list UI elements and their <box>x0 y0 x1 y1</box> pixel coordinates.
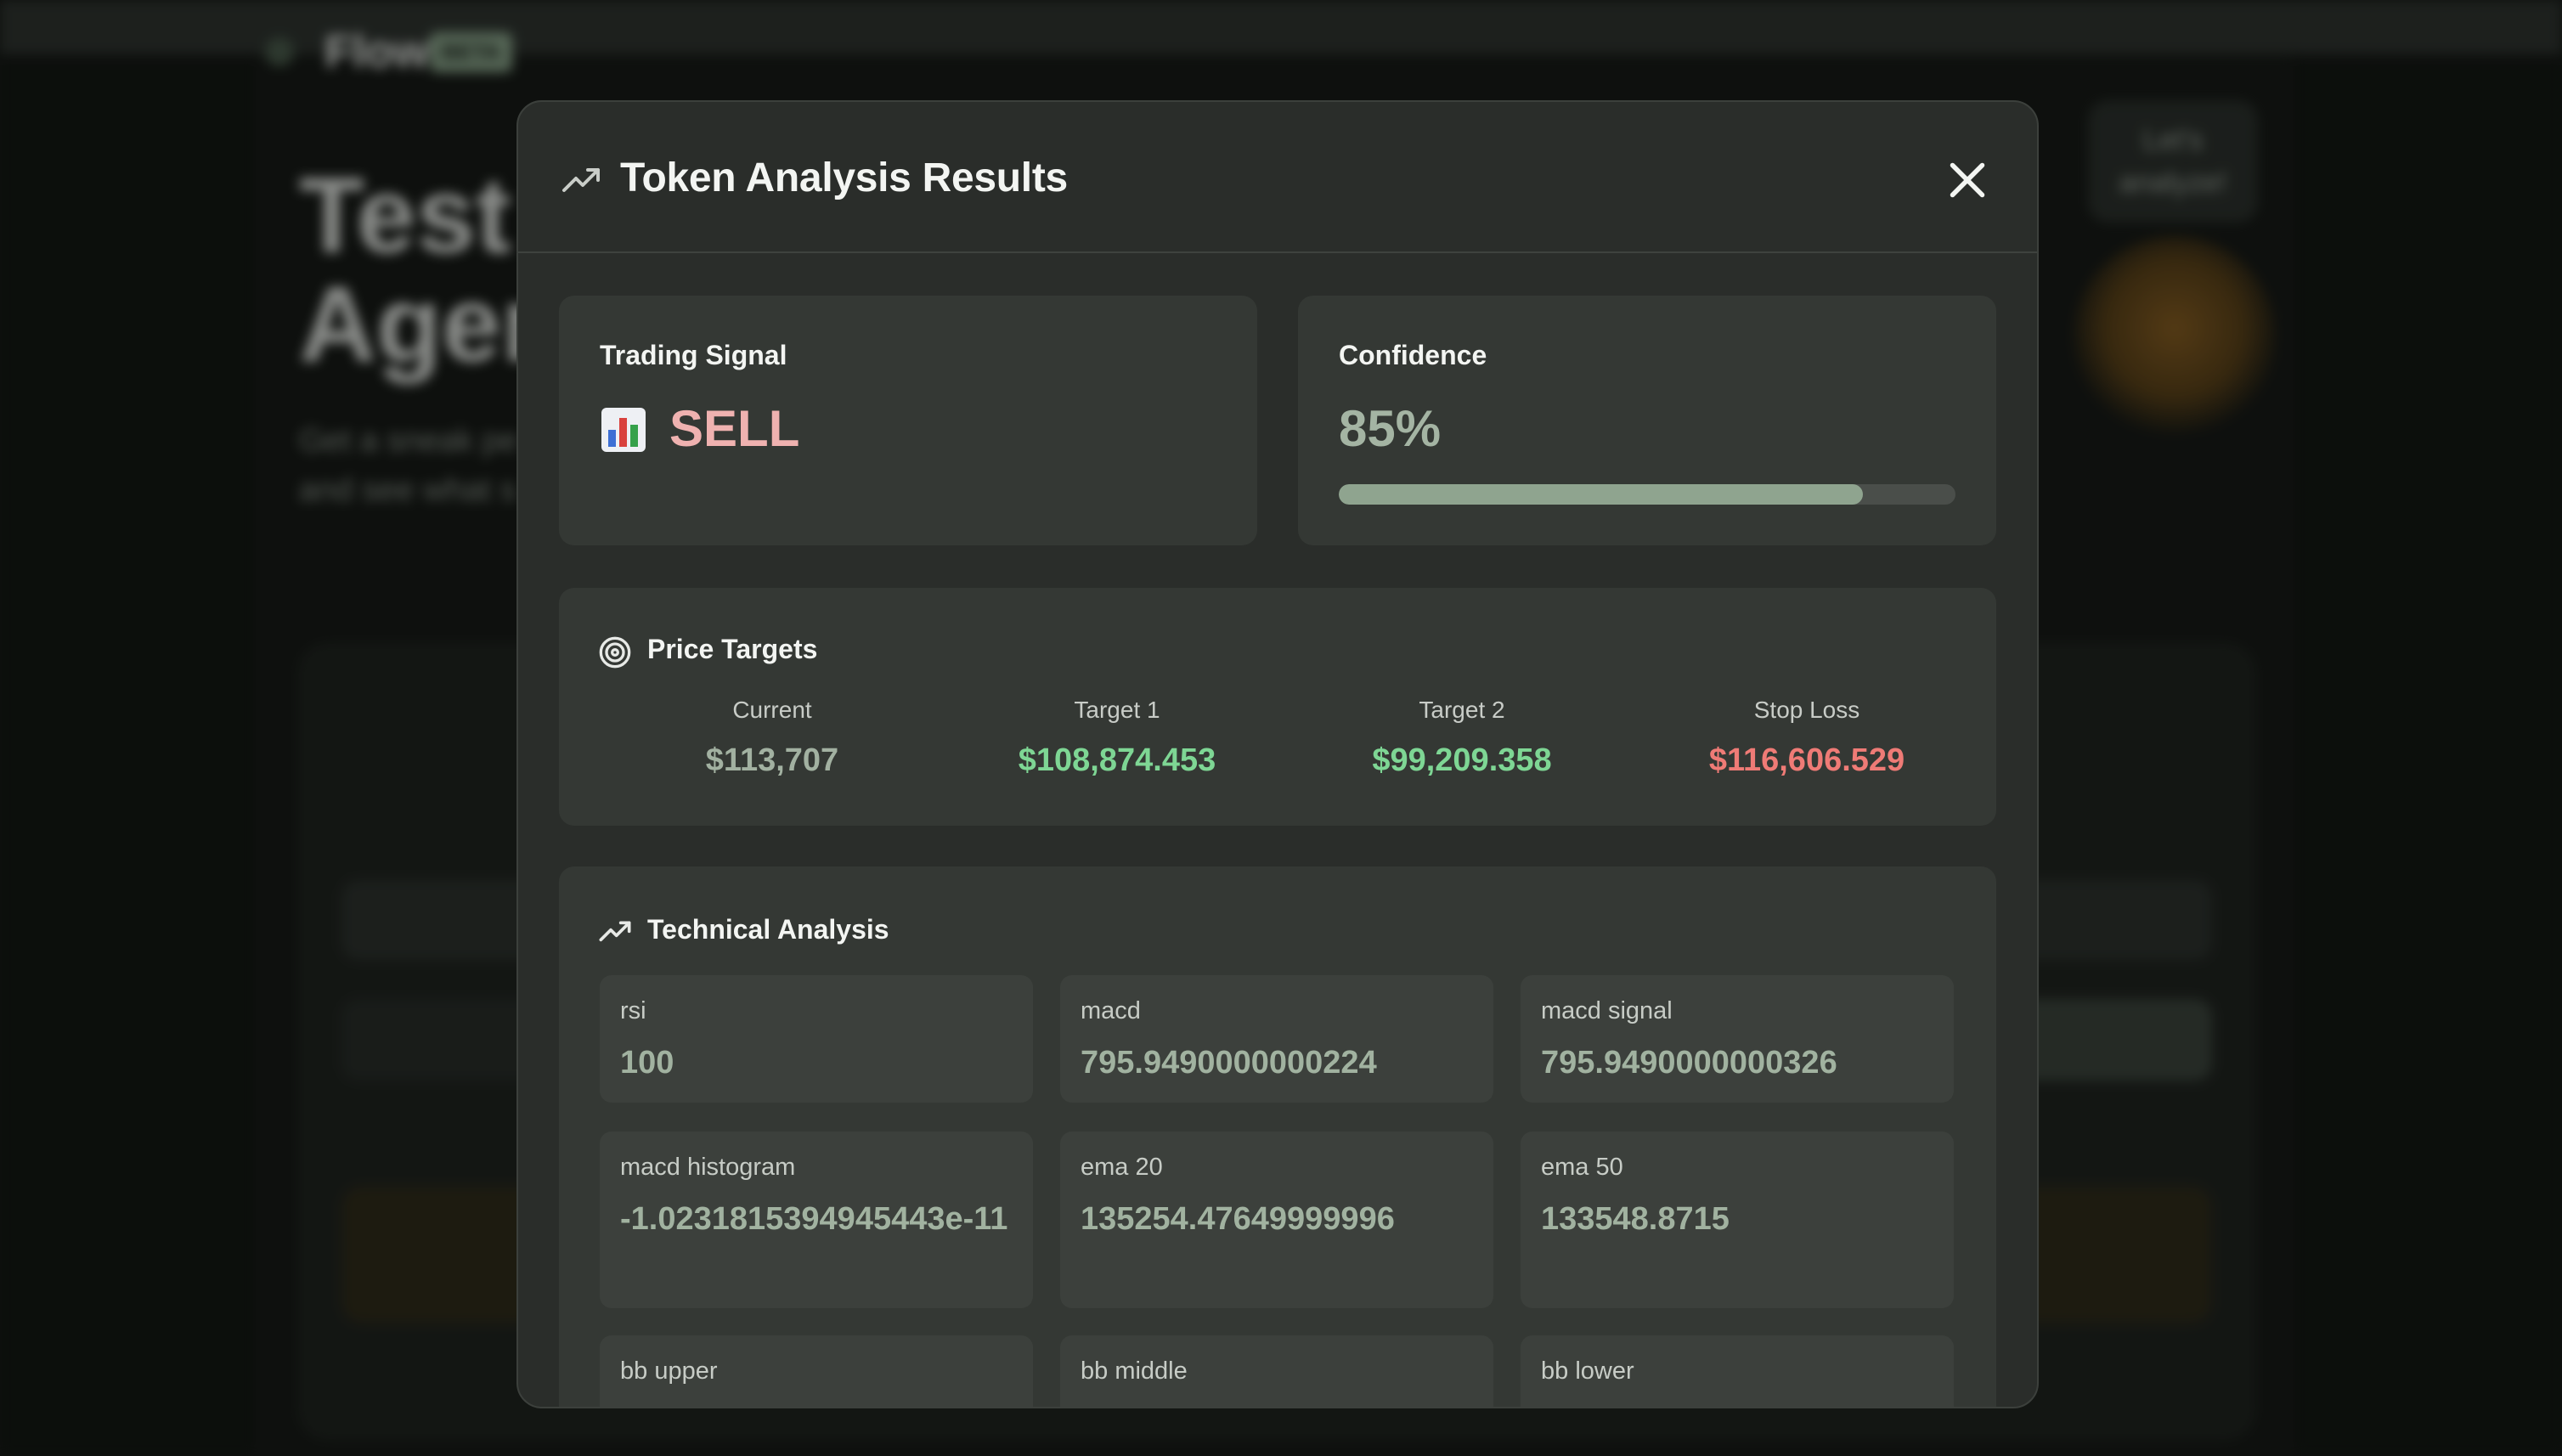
indicator-value: 795.9490000000326 <box>1541 1045 1837 1081</box>
price-target-value: $99,209.358 <box>1372 742 1552 778</box>
trading-signal-value: SELL <box>669 400 800 457</box>
confidence-progress-fill <box>1339 484 1864 505</box>
price-target-item: Target 1 $108,874.453 <box>945 697 1289 779</box>
trading-signal-card: Trading Signal SELL <box>559 296 1257 545</box>
price-target-label: Target 1 <box>1074 697 1160 723</box>
indicator-tile: rsi 100 <box>600 975 1033 1103</box>
indicator-value: 135254.47649999996 <box>1081 1201 1395 1237</box>
confidence-label: Confidence <box>1339 340 1487 370</box>
price-target-value: $113,707 <box>705 742 839 778</box>
bar-chart-emoji-icon <box>601 408 646 452</box>
modal-title: Token Analysis Results <box>620 155 1068 200</box>
indicator-tile: ema 20 135254.47649999996 <box>1060 1132 1493 1308</box>
confidence-value: 85% <box>1339 400 1442 457</box>
indicator-value: 795.9490000000224 <box>1081 1045 1377 1081</box>
trending-up-icon <box>599 921 631 942</box>
trending-up-icon <box>562 168 600 192</box>
token-analysis-modal: Token Analysis Results Trading Signal SE… <box>516 100 2039 1408</box>
price-target-value: $116,606.529 <box>1708 742 1905 778</box>
price-target-label: Stop Loss <box>1753 697 1860 723</box>
indicator-name: ema 50 <box>1541 1154 1623 1181</box>
trading-signal-label: Trading Signal <box>600 340 787 370</box>
modal-header: Token Analysis Results <box>518 102 2037 253</box>
close-icon[interactable] <box>1942 155 1993 206</box>
indicator-name: bb middle <box>1081 1357 1188 1385</box>
price-target-label: Current <box>732 697 812 723</box>
indicator-name: macd signal <box>1541 997 1673 1024</box>
price-targets-label: Price Targets <box>647 634 818 664</box>
price-target-item: Target 2 $99,209.358 <box>1289 697 1634 779</box>
indicator-tile: bb upper <box>600 1335 1033 1407</box>
indicator-value: 133548.8715 <box>1541 1201 1730 1237</box>
price-target-value: $108,874.453 <box>1018 742 1216 778</box>
target-icon <box>599 636 631 669</box>
indicator-tile: macd histogram -1.0231815394945443e-11 <box>600 1132 1033 1308</box>
indicator-tile: bb middle <box>1060 1335 1493 1407</box>
indicator-tile: ema 50 133548.8715 <box>1521 1132 1954 1308</box>
technical-analysis-label: Technical Analysis <box>647 914 889 945</box>
indicator-name: macd <box>1081 997 1141 1024</box>
price-target-item: Current $113,707 <box>600 697 945 779</box>
technical-analysis-card: Technical Analysis rsi 100 macd 795.9490000… <box>559 866 1996 1407</box>
indicator-name: ema 20 <box>1081 1154 1163 1181</box>
indicator-name: rsi <box>620 997 646 1024</box>
price-targets-card: Price Targets Current $113,707 Target 1 $10… <box>559 588 1996 826</box>
indicator-value: 100 <box>620 1045 674 1081</box>
indicator-value: -1.0231815394945443e-11 <box>620 1201 1008 1237</box>
indicator-name: bb upper <box>620 1357 718 1385</box>
indicator-tile: macd signal 795.9490000000326 <box>1521 975 1954 1103</box>
confidence-progress-track <box>1339 484 1955 505</box>
indicator-name: bb lower <box>1541 1357 1634 1385</box>
price-target-item: Stop Loss $116,606.529 <box>1634 697 1979 779</box>
indicator-tile: bb lower <box>1521 1335 1954 1407</box>
price-target-label: Target 2 <box>1419 697 1505 723</box>
indicator-tile: macd 795.9490000000224 <box>1060 975 1493 1103</box>
confidence-card: Confidence 85% <box>1298 296 1996 545</box>
indicator-name: macd histogram <box>620 1154 796 1181</box>
